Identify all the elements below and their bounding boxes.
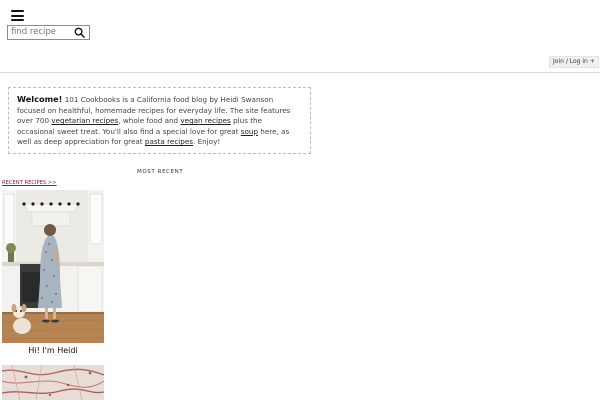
card-caption[interactable]: Hi! I'm Heidi	[2, 346, 104, 355]
most-recent-heading: MOST RECENT	[137, 169, 184, 175]
welcome-box: Welcome! 101 Cookbooks is a California f…	[8, 87, 311, 154]
pasta-recipes-link[interactable]: pasta recipes	[145, 137, 193, 146]
soup-link[interactable]: soup	[241, 127, 258, 136]
welcome-lead: Welcome!	[17, 94, 63, 104]
search-box	[7, 25, 90, 40]
search-input[interactable]	[11, 26, 73, 39]
card-photo-kitchen[interactable]	[2, 190, 104, 343]
vegetarian-recipes-link[interactable]: vegetarian recipes	[51, 116, 118, 125]
welcome-text: . Enjoy!	[193, 137, 221, 147]
welcome-text: , whole food and	[118, 116, 181, 126]
vegan-recipes-link[interactable]: vegan recipes	[180, 116, 230, 125]
recent-recipes-link[interactable]: RECENT RECIPES >>	[2, 180, 57, 186]
search-icon[interactable]	[74, 27, 85, 38]
hamburger-menu-icon[interactable]	[11, 10, 24, 21]
page: Join / Log in + Welcome! 101 Cookbooks i…	[0, 0, 600, 400]
card-photo-marble[interactable]	[2, 365, 104, 400]
header-divider	[0, 72, 600, 73]
join-login-button[interactable]: Join / Log in +	[549, 56, 599, 68]
